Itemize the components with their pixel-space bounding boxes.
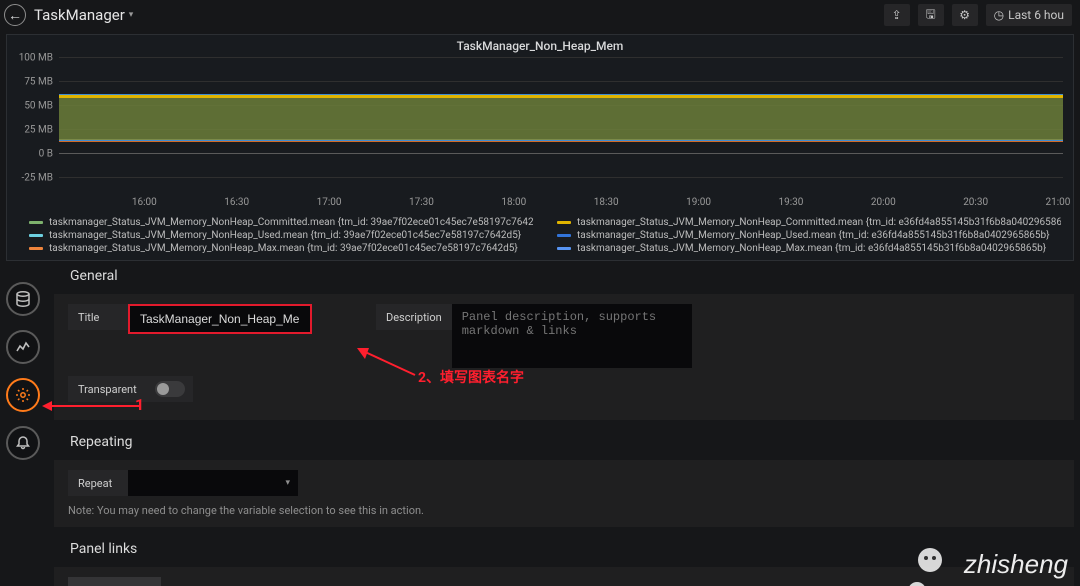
gear-icon: ⚙ xyxy=(959,8,970,22)
chart-icon xyxy=(15,339,31,355)
y-tick: 75 MB xyxy=(24,77,53,88)
database-icon xyxy=(15,291,31,307)
legend-swatch xyxy=(557,221,571,224)
x-tick: 18:00 xyxy=(501,197,526,208)
chart-plot-area[interactable]: 100 MB 75 MB 50 MB 25 MB 0 B -25 MB xyxy=(59,57,1063,197)
panel-editor: General Title Description Transparent xyxy=(54,248,1074,586)
save-button[interactable]: 🖫 xyxy=(918,4,944,26)
time-range-label: Last 6 hou xyxy=(1008,8,1064,22)
top-bar: ← TaskManager ▾ ⇪ 🖫 ⚙ ◷ Last 6 hou xyxy=(0,0,1080,30)
legend-swatch xyxy=(29,234,43,237)
legend-item[interactable]: taskmanager_Status_JVM_Memory_NonHeap_Co… xyxy=(557,217,1061,228)
y-tick: 25 MB xyxy=(24,125,53,136)
section-repeating: Repeat ▾ Note: You may need to change th… xyxy=(54,460,1074,527)
save-icon: 🖫 xyxy=(926,5,936,26)
chart-series-line xyxy=(59,94,1063,95)
chevron-down-icon: ▾ xyxy=(285,478,290,488)
description-label: Description xyxy=(376,304,452,330)
title-highlight-box xyxy=(128,304,312,334)
wechat-icon xyxy=(918,548,958,580)
dashboard-title: TaskManager xyxy=(34,6,125,24)
legend-swatch xyxy=(29,221,43,224)
arrow-left-icon: ← xyxy=(8,7,22,24)
settings-button[interactable]: ⚙ xyxy=(952,4,978,26)
tab-queries[interactable] xyxy=(6,282,40,316)
tab-alert[interactable] xyxy=(6,426,40,460)
legend-item[interactable]: taskmanager_Status_JVM_Memory_NonHeap_Us… xyxy=(29,230,533,241)
clock-icon: ◷ xyxy=(994,8,1004,22)
bell-icon xyxy=(15,435,31,451)
section-general-title: General xyxy=(54,248,1074,294)
y-tick: 100 MB xyxy=(19,53,53,64)
legend-swatch xyxy=(29,247,43,250)
x-tick: 20:00 xyxy=(871,197,896,208)
repeat-note: Note: You may need to change the variabl… xyxy=(68,504,1060,517)
share-icon: ⇪ xyxy=(892,8,902,22)
legend-item[interactable]: taskmanager_Status_JVM_Memory_NonHeap_Co… xyxy=(29,217,533,228)
x-tick: 19:00 xyxy=(686,197,711,208)
editor-tab-rail xyxy=(6,282,40,460)
create-link-button[interactable]: + Create link xyxy=(68,577,161,586)
title-label: Title xyxy=(68,304,128,330)
chart-series-line xyxy=(59,95,1063,98)
gear-icon xyxy=(15,387,31,403)
repeat-label: Repeat xyxy=(68,470,128,496)
x-tick: 17:00 xyxy=(317,197,342,208)
panel-title-input[interactable] xyxy=(130,306,310,332)
legend-item[interactable]: taskmanager_Status_JVM_Memory_NonHeap_Us… xyxy=(557,230,1061,241)
x-tick: 19:30 xyxy=(778,197,803,208)
legend-swatch xyxy=(557,234,571,237)
panel-chart: TaskManager_Non_Heap_Mem 100 MB 75 MB 50… xyxy=(6,34,1074,261)
watermark-text: zhisheng xyxy=(964,549,1068,580)
share-button[interactable]: ⇪ xyxy=(884,4,910,26)
chart-series-area xyxy=(59,95,1063,139)
panel-description-input[interactable] xyxy=(452,304,692,368)
chart-series-line xyxy=(59,141,1063,142)
watermark: zhisheng xyxy=(918,548,1068,580)
dashboard-title-dropdown[interactable]: TaskManager ▾ xyxy=(34,6,133,24)
x-tick: 20:30 xyxy=(963,197,988,208)
time-range-button[interactable]: ◷ Last 6 hou xyxy=(986,4,1072,26)
chart-x-axis: 16:00 16:30 17:00 17:30 18:00 18:30 19:0… xyxy=(59,197,1063,211)
x-tick: 16:00 xyxy=(132,197,157,208)
back-button[interactable]: ← xyxy=(4,4,26,26)
section-repeating-title: Repeating xyxy=(54,430,1074,460)
panel-title: TaskManager_Non_Heap_Mem xyxy=(7,37,1073,53)
y-tick: -25 MB xyxy=(22,173,53,184)
x-tick: 18:30 xyxy=(594,197,619,208)
x-tick: 16:30 xyxy=(224,197,249,208)
y-tick: 50 MB xyxy=(24,101,53,112)
tab-visualization[interactable] xyxy=(6,330,40,364)
transparent-label: Transparent xyxy=(68,376,147,402)
section-general: Title Description Transparent xyxy=(54,294,1074,420)
repeat-select[interactable]: ▾ xyxy=(128,470,298,496)
x-tick: 17:30 xyxy=(409,197,434,208)
chevron-down-icon: ▾ xyxy=(129,10,134,20)
transparent-toggle[interactable] xyxy=(155,381,185,397)
y-tick: 0 B xyxy=(39,149,53,160)
tab-general[interactable] xyxy=(6,378,40,412)
x-tick: 21:00 xyxy=(1046,197,1071,208)
